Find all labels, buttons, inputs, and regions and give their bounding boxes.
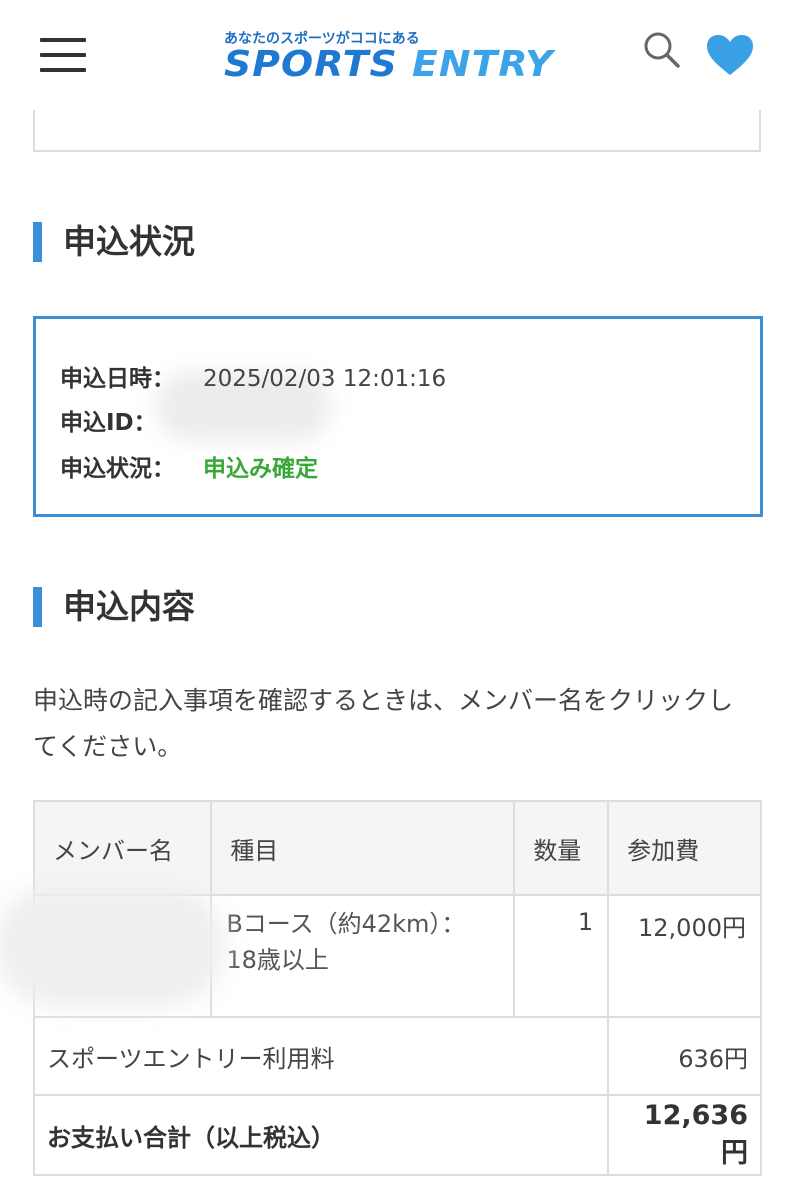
total-value: 12,636円: [607, 1094, 762, 1176]
usage-fee-label: スポーツエントリー利用料: [32, 1016, 610, 1096]
total-row: お支払い合計（以上税込） 12,636円: [32, 1094, 762, 1176]
application-table: メンバー名 種目 数量 参加費 Bコース（約42km）： 18歳以上 1 12,…: [0, 800, 762, 1176]
site-header: あなたのスポーツがココにある SPORTS ENTRY: [0, 0, 795, 110]
header-fee: 参加費: [607, 800, 762, 896]
application-status-row: 申込状況： 申込み確定: [60, 449, 318, 483]
application-status-label: 申込状況：: [60, 456, 175, 482]
quantity-cell: 1: [513, 894, 610, 1018]
content-description: 申込時の記入事項を確認するときは、メンバー名をクリックしてください。: [33, 686, 734, 761]
application-id-label: 申込ID：: [60, 410, 157, 436]
member-name-cell[interactable]: [0, 886, 225, 1018]
status-section-title: 申込状況: [33, 220, 195, 264]
search-icon[interactable]: [642, 30, 682, 70]
table-header-row: メンバー名 種目 数量 参加費: [32, 800, 762, 896]
header-member: メンバー名: [32, 800, 213, 896]
usage-fee-value: 636円: [607, 1016, 762, 1096]
application-id-row: 申込ID：: [60, 403, 203, 437]
table-row: Bコース（約42km）： 18歳以上 1 12,000円: [0, 886, 762, 1018]
redaction-blur: [0, 886, 225, 1006]
heart-icon[interactable]: [706, 34, 754, 76]
application-date-row: 申込日時： 2025/02/03 12:01:16: [60, 359, 446, 393]
application-date-label: 申込日時：: [60, 366, 175, 392]
logo-wordmark: SPORTS ENTRY: [224, 44, 554, 85]
site-logo[interactable]: あなたのスポーツがココにある SPORTS ENTRY: [224, 28, 569, 88]
hamburger-menu-icon[interactable]: [40, 38, 86, 74]
usage-fee-row: スポーツエントリー利用料 636円: [32, 1016, 762, 1096]
event-name: Bコース（約42km）：: [226, 910, 466, 938]
logo-word-entry: ENTRY: [412, 44, 554, 85]
total-label: お支払い合計（以上税込）: [32, 1094, 610, 1176]
logo-word-sports: SPORTS: [224, 44, 398, 85]
event-cell: Bコース（約42km）： 18歳以上: [210, 894, 516, 1018]
event-category: 18歳以上: [226, 946, 329, 974]
fee-cell: 12,000円: [607, 894, 762, 1018]
status-box: 申込日時： 2025/02/03 12:01:16 申込ID： 申込状況： 申込み確…: [33, 316, 763, 517]
header-quantity: 数量: [513, 800, 610, 896]
application-date-value: 2025/02/03 12:01:16: [203, 366, 447, 392]
content-section-title: 申込内容: [33, 585, 195, 629]
application-status-value: 申込み確定: [203, 456, 318, 482]
header-event: 種目: [210, 800, 516, 896]
previous-card-bottom: [33, 110, 761, 152]
